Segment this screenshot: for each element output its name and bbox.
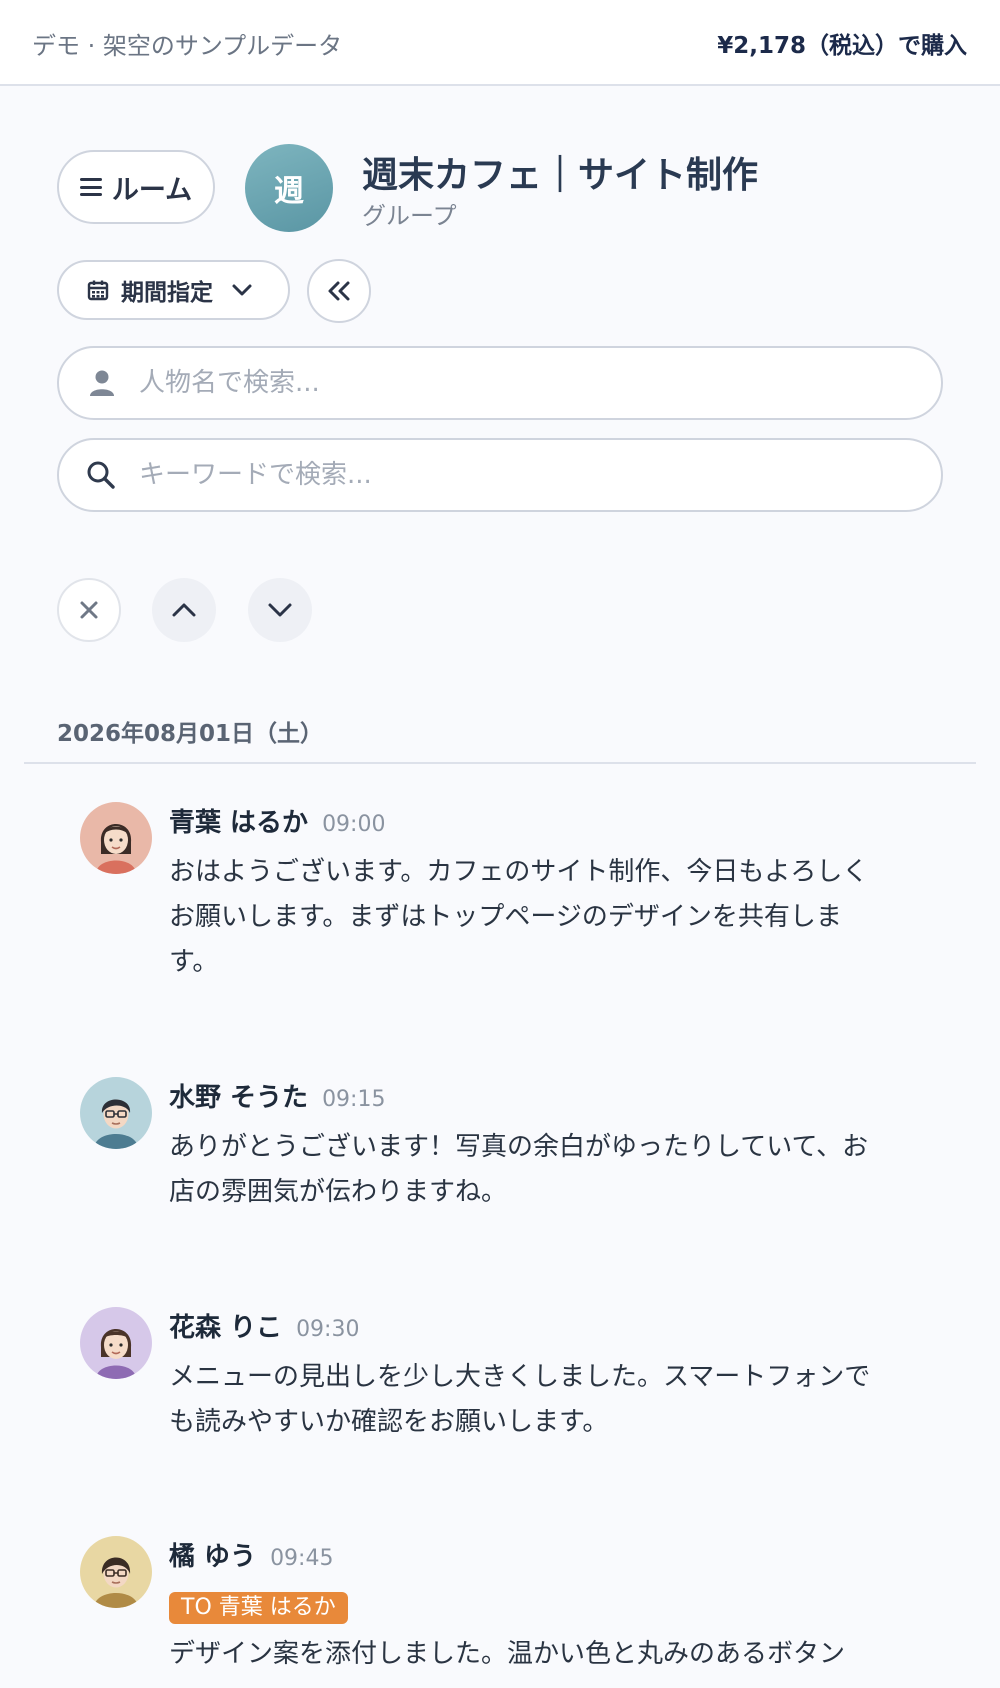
previous-result-button[interactable] [152, 578, 216, 642]
period-filter-label: 期間指定 [121, 280, 213, 306]
sender-name[interactable]: 橘 ゆう [169, 1542, 256, 1572]
message-text: ありがとうございます！写真の余白がゆったりしていて、お店の雰囲気が伝わりますね。 [169, 1132, 869, 1207]
buy-link[interactable]: ¥2,178（税込）で購入 [717, 26, 967, 60]
message-time: 09:30 [296, 1317, 360, 1342]
message-header: 青葉 はるか 09:00 [169, 802, 385, 839]
user-avatar-icon [80, 1536, 152, 1608]
avatar[interactable] [80, 802, 152, 874]
room-menu-button[interactable]: ルーム [57, 150, 215, 224]
keyword-search-field[interactable] [57, 438, 943, 512]
message-time: 09:00 [322, 812, 386, 837]
user-avatar-icon [80, 1307, 152, 1379]
message-text: デザイン案を添付しました。温かい色と丸みのあるボタン [169, 1639, 846, 1669]
message-time: 09:45 [270, 1546, 334, 1571]
message-time: 09:15 [322, 1087, 386, 1112]
date-divider [24, 762, 976, 764]
calendar-icon [87, 280, 109, 301]
message-header: 花森 りこ 09:30 [169, 1307, 359, 1344]
double-chevron-left-icon [328, 281, 350, 301]
keyword-search-input[interactable] [137, 459, 941, 491]
next-result-button[interactable] [248, 578, 312, 642]
chevron-down-icon [232, 284, 252, 296]
reply-to-badge[interactable]: TO 青葉 はるか [169, 1592, 348, 1624]
room-avatar: 週 [245, 144, 333, 232]
message-text: メニューの見出しを少し大きくしました。スマートフォンでも読みやすいか確認をお願い… [169, 1362, 871, 1437]
person-search-input[interactable] [137, 367, 941, 399]
user-avatar-icon [80, 1077, 152, 1149]
person-search-field[interactable] [57, 346, 943, 420]
avatar[interactable] [80, 1307, 152, 1379]
room-menu-label: ルーム [111, 174, 193, 206]
close-icon [80, 601, 98, 619]
room-type-label: グループ [362, 202, 457, 230]
chevron-up-icon [172, 603, 196, 617]
sender-name[interactable]: 花森 りこ [169, 1313, 282, 1343]
user-avatar-icon [80, 802, 152, 874]
date-header: 2026年08月01日（土） [57, 721, 324, 747]
person-icon [90, 370, 114, 396]
period-filter-button[interactable]: 期間指定 [57, 260, 290, 320]
room-title: 週末カフェ｜サイト制作 [362, 155, 759, 196]
message-header: 水野 そうた 09:15 [169, 1077, 385, 1114]
message-header: 橘 ゆう 09:45 [169, 1536, 333, 1573]
sender-name[interactable]: 青葉 はるか [169, 808, 308, 838]
chevron-down-icon [268, 603, 292, 617]
hamburger-icon [79, 178, 102, 196]
avatar[interactable] [80, 1536, 152, 1608]
collapse-panel-button[interactable] [307, 259, 371, 323]
avatar[interactable] [80, 1077, 152, 1149]
clear-search-button[interactable] [57, 578, 121, 642]
demo-label: デモ · 架空のサンプルデータ [32, 32, 343, 60]
sender-name[interactable]: 水野 そうた [169, 1083, 308, 1113]
top-bar: デモ · 架空のサンプルデータ ¥2,178（税込）で購入 [0, 0, 1000, 86]
message-text: おはようございます。カフェのサイト制作、今日もよろしくお願いします。まずはトップ… [169, 857, 869, 977]
search-icon [87, 461, 115, 489]
